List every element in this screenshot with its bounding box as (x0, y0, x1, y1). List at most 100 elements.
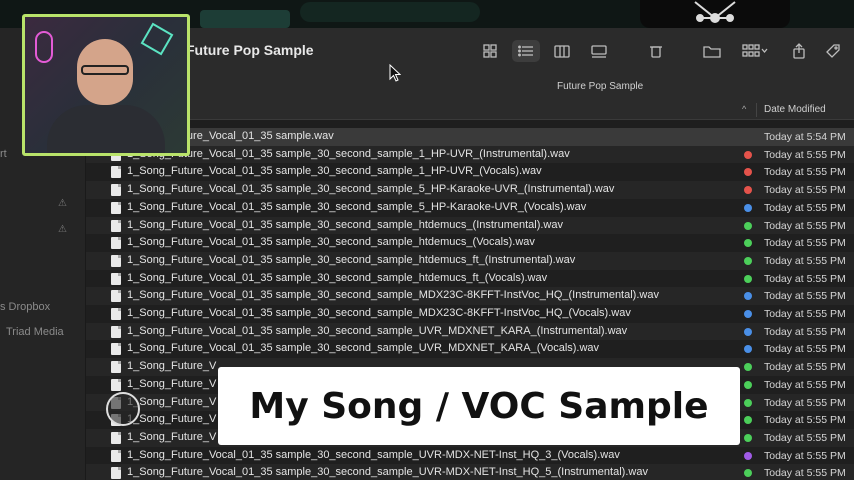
file-date-modified: Today at 5:55 PM (764, 325, 846, 338)
color-tag-dot (744, 239, 752, 248)
file-name: 1_Song_Future_V (127, 395, 217, 408)
file-date-modified: Today at 5:55 PM (764, 343, 846, 356)
color-tag-dot (744, 380, 752, 389)
document-icon (111, 166, 121, 179)
column-divider[interactable] (756, 103, 757, 117)
file-date-modified: Today at 5:55 PM (764, 201, 846, 214)
file-row[interactable]: 1_Song_Future_Vocal_01_35 sample_30_seco… (86, 287, 854, 305)
color-tag-dot (744, 469, 752, 478)
file-date-modified: Today at 5:54 PM (764, 131, 846, 143)
warning-icon: ⚠ (58, 224, 67, 235)
caption-text: My Song / VOC Sample (249, 385, 709, 427)
sidebar-item[interactable]: rt (0, 148, 7, 160)
document-icon (111, 184, 121, 197)
sidebar-item-triad-media[interactable]: Triad Media (6, 326, 64, 338)
presenter-body (47, 105, 165, 153)
document-icon (111, 467, 121, 480)
sidebar-item-dropbox[interactable]: s Dropbox (0, 301, 50, 313)
file-date-modified: Today at 5:55 PM (764, 272, 846, 285)
gallery-view-button[interactable] (585, 40, 613, 62)
file-name: 1_Song_Future_V (127, 430, 217, 443)
tag-icon (826, 44, 840, 58)
toolbar: Future Pop Sample Future Pop Sample (86, 28, 854, 100)
file-date-modified: Today at 5:55 PM (764, 378, 846, 391)
document-icon (111, 449, 121, 462)
file-date-modified: Today at 5:55 PM (764, 219, 846, 232)
file-date-modified: Today at 5:55 PM (764, 396, 846, 409)
file-name: 1_Song_Future_Vocal_01_35 sample_30_seco… (127, 342, 600, 355)
column-view-button[interactable] (548, 40, 576, 62)
color-tag-dot (744, 274, 752, 283)
color-tag-dot (744, 433, 752, 442)
share-icon (793, 43, 805, 59)
color-tag-dot (744, 310, 752, 318)
tag-button[interactable] (819, 40, 847, 62)
document-icon (111, 254, 121, 267)
color-tag-dot (744, 168, 752, 177)
document-icon (111, 325, 121, 338)
file-row[interactable]: 1_Song_Future_Vocal_01_35 sample_30_seco… (86, 216, 854, 235)
document-icon (111, 308, 121, 320)
neon-sign-graphic (35, 31, 53, 63)
file-name: 1_Song_Future_Vocal_01_35 sample_30_seco… (127, 165, 542, 178)
file-row[interactable]: 1_Song_Future_Vocal_01_35 sample_30_seco… (86, 447, 854, 465)
color-tag-dot (744, 398, 752, 407)
file-row[interactable]: 1_Song_Future_Vocal_01_35 sample_30_seco… (86, 305, 854, 323)
file-date-modified: Today at 5:55 PM (764, 254, 846, 267)
file-name: 1_Song_Future_Vocal_01_35 sample_30_seco… (127, 236, 535, 249)
document-icon (111, 343, 121, 356)
file-row[interactable]: 1_Song_Future_Vocal_01_35 sample_30_seco… (86, 199, 854, 217)
file-date-modified: Today at 5:55 PM (764, 237, 846, 250)
color-tag-dot (744, 203, 752, 212)
file-row[interactable]: 1_Song_Future_Vocal_01_35 sample.wav Toda… (86, 128, 854, 146)
file-date-modified: Today at 5:55 PM (764, 290, 846, 303)
color-tag-dot (744, 363, 752, 372)
file-row[interactable]: 1_Song_Future_Vocal_01_35 sample_30_seco… (86, 270, 854, 288)
color-tag-dot (744, 327, 752, 336)
sort-chevron-icon[interactable]: ^ (742, 104, 746, 114)
file-row[interactable]: 1_Song_Future_Vocal_01_35 sample_30_seco… (86, 145, 854, 164)
file-row[interactable]: 1_Song_Future_Vocal_01_35 sample_30_seco… (86, 340, 854, 358)
file-row[interactable]: 1_Song_Future_Vocal_01_35 sample_30_seco… (86, 251, 854, 270)
file-name: 1_Song_Future_Vocal_01_35 sample_30_seco… (127, 289, 659, 302)
file-row[interactable]: 1_Song_Future_Vocal_01_35 sample_30_seco… (86, 163, 854, 181)
file-name: 1_Song_Future_Vocal_01_35 sample_30_seco… (127, 218, 563, 231)
new-folder-button[interactable] (698, 40, 726, 62)
color-tag-dot (744, 416, 752, 425)
icon-view-button[interactable] (476, 40, 504, 62)
color-tag-dot (744, 256, 752, 265)
share-button[interactable] (785, 40, 813, 62)
file-row[interactable]: 1_Song_Future_Vocal_01_35 sample_30_seco… (86, 322, 854, 341)
list-icon (518, 45, 533, 57)
group-menu-button[interactable] (738, 40, 772, 62)
file-date-modified: Today at 5:55 PM (764, 414, 846, 427)
file-name: 1_Song_Future_Vocal_01_35 sample_30_seco… (127, 324, 628, 337)
caption-banner: My Song / VOC Sample (218, 367, 740, 445)
color-tag-dot (744, 345, 752, 354)
file-name: 1_Song_Future_V (127, 360, 217, 373)
trash-button[interactable] (642, 40, 670, 62)
color-tag-dot (744, 292, 752, 301)
file-date-modified: Today at 5:55 PM (764, 184, 846, 197)
path-bar-label: Future Pop Sample (557, 81, 644, 92)
file-row[interactable]: 1_Song_Future_Vocal_01_35 sample_30_seco… (86, 181, 854, 199)
file-name: 1_Song_Future_Vocal_01_35 sample_30_seco… (127, 466, 648, 479)
file-name: 1_Song_Future_Vocal_01_35 sample_30_seco… (127, 147, 570, 160)
file-row[interactable]: 1_Song_Future_Vocal_01_35 sample_30_seco… (86, 234, 854, 252)
file-date-modified: Today at 5:55 PM (764, 449, 846, 462)
list-view-button[interactable] (512, 40, 540, 62)
file-row[interactable]: 1_Song_Future_Vocal_01_35 sample_30_seco… (86, 464, 854, 480)
column-header-date-modified[interactable]: Date Modified (764, 104, 826, 115)
help-badge-icon (106, 392, 140, 426)
file-name: 1_Song_Future_Vocal_01_35 sample_30_seco… (127, 448, 620, 461)
document-icon (111, 237, 121, 250)
file-name: 1_Song_Future_Vocal_01_35 sample_30_seco… (127, 200, 587, 213)
file-name: 1_Song_Future_V (127, 413, 217, 426)
document-icon (111, 290, 121, 303)
grid-icon (483, 44, 497, 58)
color-tag-dot (744, 451, 752, 460)
columns-icon (554, 44, 570, 58)
mouse-pointer-icon (389, 64, 401, 82)
document-icon (111, 272, 121, 285)
document-icon (111, 378, 121, 391)
